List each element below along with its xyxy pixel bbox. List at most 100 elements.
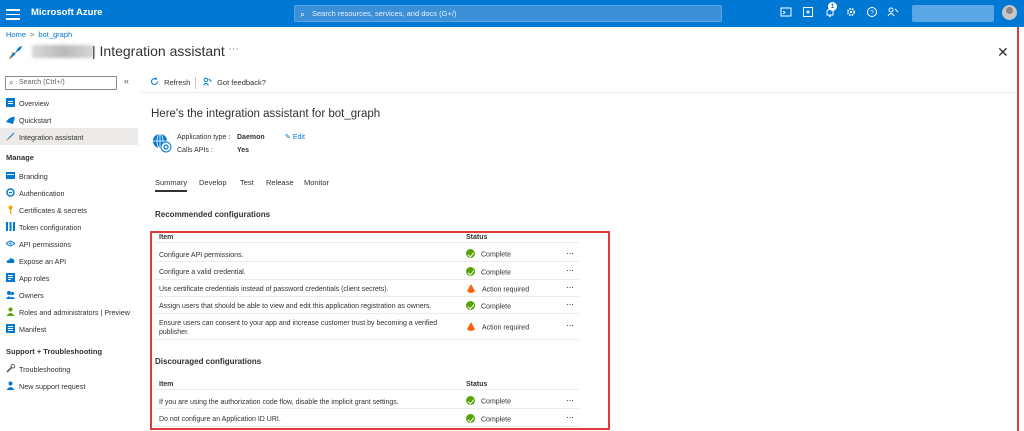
sidebar-item-label: Owners bbox=[19, 291, 44, 300]
breadcrumb-separator: > bbox=[30, 30, 35, 39]
account-info[interactable] bbox=[912, 5, 994, 22]
sidebar-item-label: Authentication bbox=[19, 189, 65, 198]
sidebar-item-expose-an-api[interactable]: Expose an API bbox=[0, 252, 138, 269]
sidebar: ⌕ Search (Ctrl+/) « Overview Quickstart … bbox=[0, 72, 138, 431]
app-type-value: Daemon bbox=[237, 134, 265, 141]
sidebar-item-label: Overview bbox=[19, 99, 49, 108]
tab-summary[interactable]: Summary bbox=[155, 178, 188, 192]
manifest-icon bbox=[6, 324, 15, 333]
rocket-icon bbox=[6, 132, 15, 141]
feedback-icon bbox=[203, 77, 212, 86]
owners-icon bbox=[6, 290, 15, 299]
more-options-icon[interactable]: ··· bbox=[228, 43, 239, 55]
collapse-sidebar-icon[interactable]: « bbox=[124, 76, 129, 86]
sidebar-item-troubleshooting[interactable]: Troubleshooting bbox=[0, 360, 138, 377]
svg-text:?: ? bbox=[870, 9, 874, 16]
branding-icon bbox=[6, 171, 15, 180]
quickstart-icon bbox=[6, 115, 15, 124]
pencil-icon: ✎ bbox=[285, 134, 291, 141]
sidebar-item-label: Quickstart bbox=[19, 116, 52, 125]
global-search-input[interactable]: ⌕ Search resources, services, and docs (… bbox=[294, 5, 722, 22]
highlight-edge bbox=[1017, 27, 1019, 431]
section-support: Support + Troubleshooting bbox=[6, 347, 103, 356]
feedback-label: Got feedback? bbox=[217, 78, 266, 87]
sidebar-item-new-support-request[interactable]: New support request bbox=[0, 377, 138, 394]
gear-icon[interactable] bbox=[844, 6, 858, 20]
refresh-icon bbox=[151, 77, 158, 85]
sidebar-search-placeholder: Search (Ctrl+/) bbox=[19, 79, 65, 86]
sidebar-item-integration-assistant[interactable]: Integration assistant bbox=[0, 128, 138, 145]
sidebar-item-label: Expose an API bbox=[19, 257, 67, 266]
breadcrumb-home[interactable]: Home bbox=[6, 30, 26, 39]
tab-test[interactable]: Test bbox=[240, 178, 254, 187]
refresh-label: Refresh bbox=[164, 78, 191, 87]
sidebar-item-quickstart[interactable]: Quickstart bbox=[0, 111, 138, 128]
page-title: | Integration assistant bbox=[92, 43, 225, 59]
roles-icon bbox=[6, 307, 15, 316]
authentication-icon bbox=[6, 188, 15, 197]
sidebar-item-label: Certificates & secrets bbox=[19, 206, 87, 215]
wrench-icon bbox=[6, 363, 16, 373]
api-permissions-icon bbox=[4, 239, 17, 248]
title-row: | Integration assistant ··· ✕ bbox=[6, 42, 1016, 62]
app-name-redacted bbox=[32, 45, 94, 58]
menu-icon[interactable] bbox=[6, 6, 20, 20]
sidebar-item-label: Token configuration bbox=[19, 223, 82, 232]
sidebar-search-input[interactable]: ⌕ Search (Ctrl+/) bbox=[5, 76, 117, 90]
sidebar-item-label: Branding bbox=[19, 172, 48, 181]
search-icon: ⌕ bbox=[300, 9, 306, 19]
highlight-box bbox=[150, 231, 610, 430]
calls-apis-label: Calls APIs : bbox=[177, 147, 213, 154]
sidebar-item-label: Manifest bbox=[19, 325, 47, 334]
sidebar-item-label: API permissions bbox=[19, 240, 71, 249]
token-icon bbox=[6, 222, 15, 231]
notification-badge: 1 bbox=[828, 2, 837, 11]
sidebar-item-certificates[interactable]: Certificates & secrets bbox=[0, 201, 138, 218]
directory-filter-icon[interactable] bbox=[801, 6, 815, 20]
sidebar-item-label: App roles bbox=[19, 274, 50, 283]
sidebar-item-label: New support request bbox=[19, 382, 86, 391]
brand-title[interactable]: Microsoft Azure bbox=[31, 7, 102, 18]
sidebar-item-branding[interactable]: Branding bbox=[0, 167, 138, 184]
sidebar-item-label: Troubleshooting bbox=[19, 365, 71, 374]
tab-release[interactable]: Release bbox=[266, 178, 294, 187]
cloud-shell-icon[interactable] bbox=[779, 6, 793, 20]
search-placeholder: Search resources, services, and docs (G+… bbox=[312, 9, 457, 18]
app-type-label: Application type : bbox=[177, 134, 231, 141]
close-icon[interactable]: ✕ bbox=[997, 44, 1009, 61]
breadcrumb: Home > bot_graph bbox=[6, 30, 72, 39]
breadcrumb-current[interactable]: bot_graph bbox=[38, 30, 72, 39]
help-icon[interactable]: ? bbox=[865, 6, 879, 20]
sidebar-item-overview[interactable]: Overview bbox=[0, 94, 138, 111]
tab-monitor[interactable]: Monitor bbox=[304, 178, 329, 187]
edit-label: Edit bbox=[292, 134, 305, 141]
assistant-heading: Here's the integration assistant for bot… bbox=[151, 108, 381, 120]
calls-apis-value: Yes bbox=[237, 147, 250, 154]
sidebar-item-authentication[interactable]: Authentication bbox=[0, 184, 138, 201]
app-roles-icon bbox=[6, 273, 15, 282]
cloud-icon bbox=[6, 256, 15, 265]
app-globe-icon bbox=[151, 132, 173, 154]
sidebar-item-api-permissions[interactable]: API permissions bbox=[0, 235, 138, 252]
sidebar-item-label: Integration assistant bbox=[19, 133, 84, 142]
recommended-title: Recommended configurations bbox=[155, 210, 271, 219]
feedback-icon[interactable] bbox=[886, 6, 900, 20]
support-person-icon bbox=[6, 381, 15, 390]
avatar[interactable] bbox=[1002, 5, 1017, 20]
search-icon: ⌕ bbox=[9, 78, 14, 87]
edit-link[interactable]: ✎ Edit bbox=[285, 133, 305, 141]
overview-icon bbox=[6, 98, 15, 107]
feedback-button[interactable]: Got feedback? bbox=[203, 77, 266, 87]
tab-develop[interactable]: Develop bbox=[199, 178, 227, 187]
sidebar-item-roles-admins[interactable]: Roles and administrators | Preview bbox=[0, 303, 138, 320]
sidebar-item-manifest[interactable]: Manifest bbox=[0, 320, 138, 337]
sidebar-item-app-roles[interactable]: App roles bbox=[0, 269, 138, 286]
refresh-button[interactable]: Refresh bbox=[150, 77, 190, 87]
sidebar-item-owners[interactable]: Owners bbox=[0, 286, 138, 303]
section-manage: Manage bbox=[6, 153, 34, 162]
key-icon bbox=[6, 205, 15, 214]
rocket-icon bbox=[6, 44, 24, 62]
sidebar-item-token-configuration[interactable]: Token configuration bbox=[0, 218, 138, 235]
sidebar-item-label: Roles and administrators | Preview bbox=[19, 308, 130, 317]
toolbar-divider bbox=[195, 77, 196, 89]
